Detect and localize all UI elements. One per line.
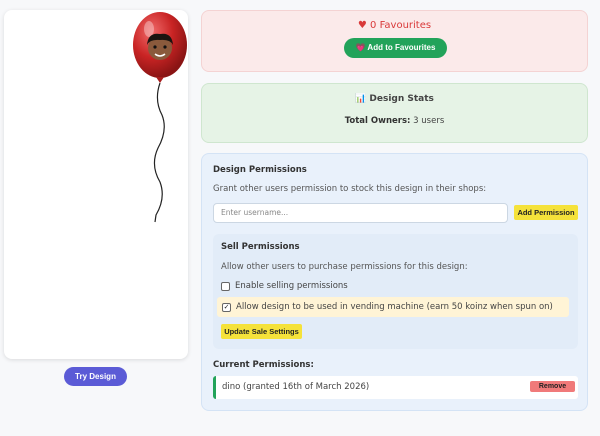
update-sale-settings-button[interactable]: Update Sale Settings: [221, 324, 302, 339]
favourites-count: ♥ 0 Favourites: [357, 20, 432, 31]
vending-machine-row: ✓ Allow design to be used in vending mac…: [217, 297, 569, 317]
permission-list-item: dino (granted 16th of March 2026) Remove: [213, 376, 578, 399]
design-permissions-panel: Design Permissions Grant other users per…: [201, 153, 588, 411]
total-owners: Total Owners: 3 users: [202, 116, 587, 126]
favourites-panel: ♥ 0 Favourites 💗 Add to Favourites: [201, 10, 588, 72]
total-owners-value: 3 users: [410, 116, 445, 126]
sell-permissions-title: Sell Permissions: [221, 242, 300, 252]
try-design-button[interactable]: Try Design: [64, 367, 127, 386]
enable-selling-checkbox[interactable]: [221, 281, 230, 291]
permissions-description: Grant other users permission to stock th…: [213, 184, 487, 194]
permission-item-text: dino (granted 16th of March 2026): [222, 382, 370, 392]
sell-permissions-description: Allow other users to purchase permission…: [221, 262, 468, 272]
balloon-design-image: [133, 12, 187, 223]
username-input[interactable]: Enter username...: [213, 203, 508, 223]
design-stats-panel: 📊 Design Stats Total Owners: 3 users: [201, 83, 588, 143]
vending-machine-option[interactable]: ✓ Allow design to be used in vending mac…: [222, 302, 553, 312]
design-stats-title: 📊 Design Stats: [355, 94, 434, 104]
current-permissions-title: Current Permissions:: [213, 360, 314, 370]
permissions-title: Design Permissions: [213, 165, 307, 175]
add-permission-button[interactable]: Add Permission: [514, 205, 578, 220]
total-owners-label: Total Owners:: [344, 116, 411, 126]
enable-selling-label: Enable selling permissions: [235, 281, 348, 291]
enable-selling-row[interactable]: Enable selling permissions: [221, 281, 348, 291]
vending-machine-checkbox[interactable]: ✓: [222, 302, 231, 312]
sell-permissions-box: Sell Permissions Allow other users to pu…: [213, 234, 578, 349]
remove-permission-button[interactable]: Remove: [530, 381, 575, 392]
design-preview-card: [4, 10, 188, 359]
vending-machine-label: Allow design to be used in vending machi…: [236, 302, 553, 312]
add-to-favourites-button[interactable]: 💗 Add to Favourites: [344, 38, 447, 58]
